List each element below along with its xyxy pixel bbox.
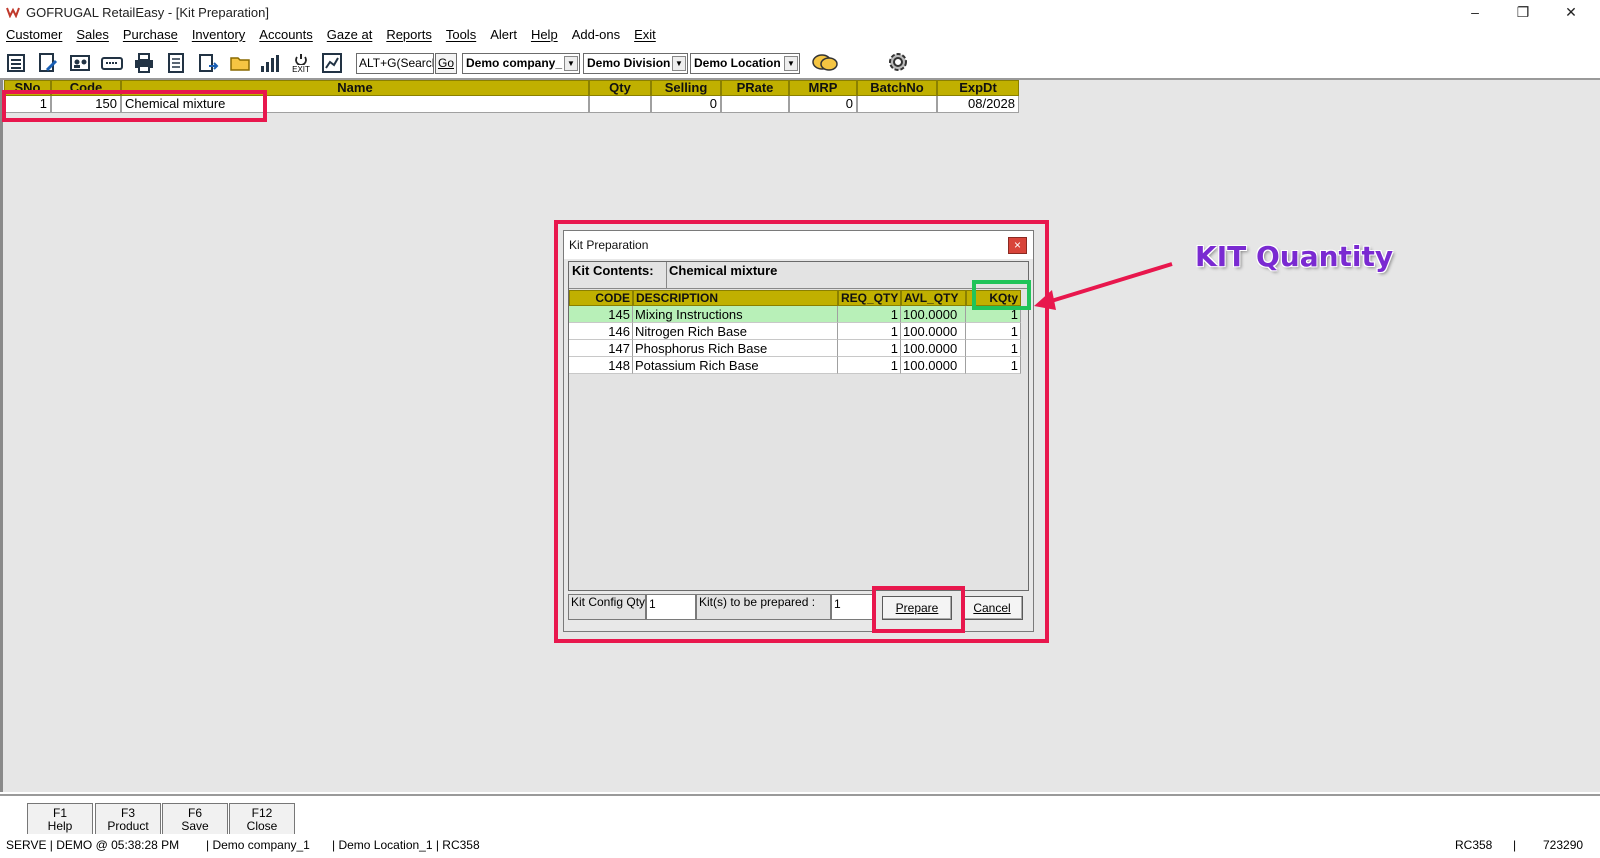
cell-expdt[interactable]: 08/2028 (937, 96, 1019, 113)
minimize-button[interactable]: – (1452, 0, 1498, 24)
annotation-arrow-icon (1034, 262, 1173, 310)
menu-accounts[interactable]: Accounts (259, 27, 312, 42)
company-select-value: Demo company_ (466, 56, 563, 70)
status-session: SERVE | DEMO @ 05:38:28 PM (6, 838, 180, 852)
column-header-selling[interactable]: Selling (651, 80, 721, 96)
cell-selling[interactable]: 0 (651, 96, 721, 113)
window-title: GOFRUGAL RetailEasy - [Kit Preparation] (26, 4, 269, 20)
f3-product-button[interactable]: F3 Product (95, 803, 161, 836)
column-header-expdt[interactable]: ExpDt (937, 80, 1019, 96)
cell-prate[interactable] (721, 96, 789, 113)
function-key-bar: F1 Help F3 Product F6 Save F12 Close (0, 794, 1600, 836)
location-select[interactable]: Demo Location ▼ (690, 53, 800, 74)
kit-quantity-annotation: KIT Quantity (1195, 240, 1394, 273)
kqty-highlight-box (972, 280, 1031, 310)
menu-inventory[interactable]: Inventory (192, 27, 245, 42)
f6-save-button[interactable]: F6 Save (162, 803, 228, 836)
chat-icon[interactable] (810, 51, 840, 75)
keyboard-icon[interactable] (100, 51, 124, 75)
exit-icon[interactable]: EXIT (289, 51, 313, 75)
status-company: | Demo company_1 (206, 838, 310, 852)
folder-icon[interactable] (228, 51, 252, 75)
contacts-icon[interactable] (68, 51, 92, 75)
menu-exit[interactable]: Exit (634, 27, 656, 42)
menu-bar: Customer Sales Purchase Inventory Accoun… (0, 24, 1600, 44)
status-bar: SERVE | DEMO @ 05:38:28 PM | Demo compan… (0, 834, 1600, 858)
prepare-highlight-box (872, 586, 965, 633)
cell-mrp[interactable]: 0 (789, 96, 857, 113)
column-header-batchno[interactable]: BatchNo (857, 80, 937, 96)
location-select-value: Demo Location (694, 56, 781, 70)
bar-chart-icon[interactable] (258, 51, 282, 75)
app-window: GOFRUGAL RetailEasy - [Kit Preparation] … (0, 0, 1600, 858)
toolbar: EXIT ALT+G(Search Go Demo company_ ▼ Dem… (0, 46, 1600, 80)
chevron-down-icon: ▼ (784, 56, 798, 71)
cell-batchno[interactable] (857, 96, 937, 113)
column-header-prate[interactable]: PRate (721, 80, 789, 96)
exit-label: EXIT (292, 64, 310, 74)
menu-customer[interactable]: Customer (6, 27, 62, 42)
status-location: | Demo Location_1 | RC358 (332, 838, 480, 852)
transfer-icon[interactable] (196, 51, 220, 75)
fkey-label: Product (107, 819, 149, 833)
company-select[interactable]: Demo company_ ▼ (462, 53, 580, 74)
chevron-down-icon: ▼ (672, 56, 686, 71)
list-icon[interactable] (4, 51, 28, 75)
graph-icon[interactable] (320, 51, 344, 75)
search-input[interactable]: ALT+G(Search (356, 53, 434, 74)
restore-button[interactable]: ❐ (1500, 0, 1546, 24)
column-header-qty[interactable]: Qty (589, 80, 651, 96)
column-header-mrp[interactable]: MRP (789, 80, 857, 96)
edit-document-icon[interactable] (36, 51, 60, 75)
settings-icon[interactable] (884, 49, 912, 75)
menu-reports[interactable]: Reports (386, 27, 432, 42)
fkey-label: Help (47, 819, 73, 833)
division-select-value: Demo Division (587, 56, 671, 70)
menu-add-ons[interactable]: Add-ons (572, 27, 620, 42)
print-icon[interactable] (132, 51, 156, 75)
go-button[interactable]: Go (435, 53, 457, 74)
f1-help-button[interactable]: F1 Help (27, 803, 93, 836)
division-select[interactable]: Demo Division ▼ (583, 53, 688, 74)
fkey-label: Save (181, 819, 209, 833)
status-register: RC358 (1455, 838, 1493, 852)
report-icon[interactable] (164, 51, 188, 75)
menu-help[interactable]: Help (531, 27, 558, 42)
cell-qty[interactable] (589, 96, 651, 113)
menu-gaze-at[interactable]: Gaze at (327, 27, 373, 42)
menu-sales[interactable]: Sales (76, 27, 109, 42)
menu-purchase[interactable]: Purchase (123, 27, 178, 42)
f12-close-button[interactable]: F12 Close (229, 803, 295, 836)
status-separator: | (1513, 838, 1517, 852)
chevron-down-icon: ▼ (564, 56, 578, 71)
close-window-button[interactable]: ✕ (1548, 0, 1594, 24)
app-logo-icon (6, 6, 20, 19)
title-bar: GOFRUGAL RetailEasy - [Kit Preparation] … (0, 0, 1600, 24)
menu-alert[interactable]: Alert (490, 27, 517, 42)
menu-tools[interactable]: Tools (446, 27, 476, 42)
fkey-label: Close (246, 819, 278, 833)
status-number: 723290 (1543, 838, 1584, 852)
row-highlight-box (2, 90, 267, 122)
